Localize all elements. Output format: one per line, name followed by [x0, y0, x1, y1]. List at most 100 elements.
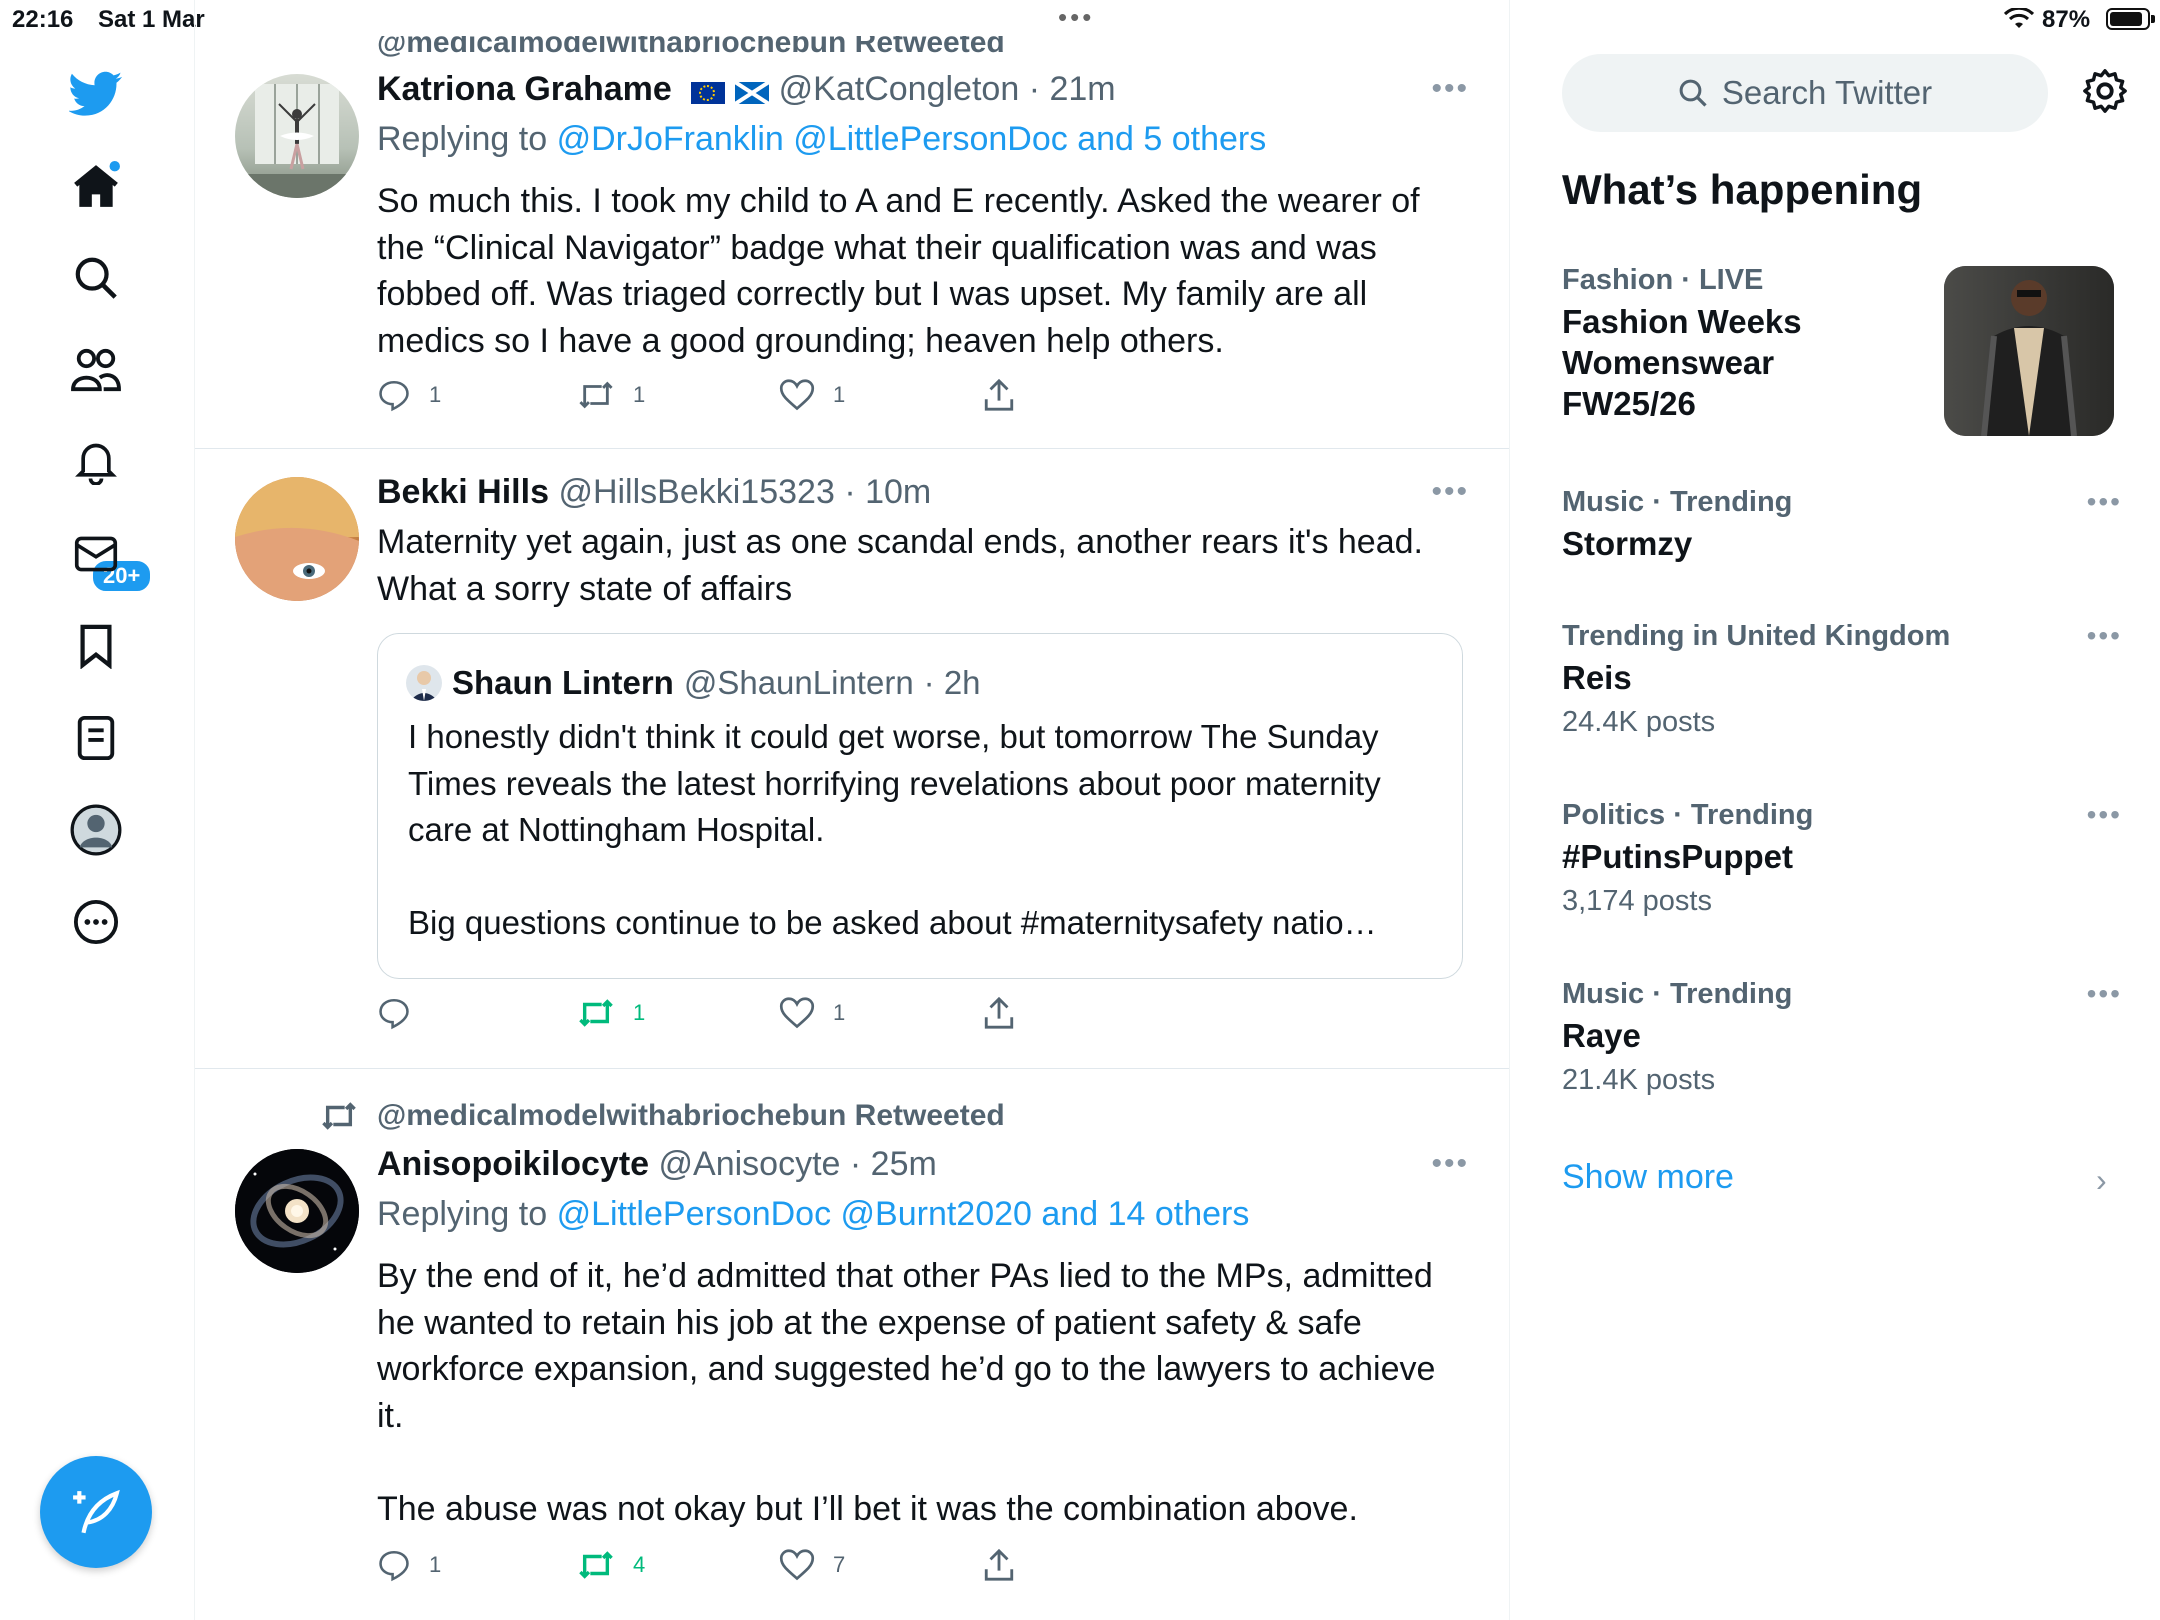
tweet-more-options-icon[interactable]: ••• — [1431, 475, 1469, 509]
author-handle[interactable]: @Anisocyte — [659, 1145, 841, 1183]
like-button[interactable]: 1 — [779, 378, 845, 412]
lists-icon[interactable] — [60, 702, 132, 774]
share-icon — [984, 1548, 1014, 1581]
avatar[interactable] — [235, 477, 359, 601]
trend-meta: Music · Trending — [1562, 978, 1793, 1010]
trend-title: Stormzy — [1562, 525, 1693, 562]
like-button[interactable]: 1 — [779, 996, 845, 1030]
tweet-header: Anisopoikilocyte @Anisocyte · 25m — [377, 1145, 937, 1184]
compose-tweet-button[interactable] — [40, 1456, 152, 1568]
search-bar[interactable]: Search Twitter — [1562, 54, 2048, 132]
trend-item[interactable]: Music · Trending Raye 21.4K posts ••• — [1562, 978, 2122, 1097]
home-icon[interactable] — [60, 150, 132, 222]
battery-percent: 87% — [2042, 6, 2091, 33]
share-button[interactable] — [983, 378, 1015, 412]
quoted-tweet-header: Shaun Lintern @ShaunLintern · 2h — [406, 664, 981, 702]
tweet-card[interactable]: Bekki Hills @HillsBekki15323 · 10m ••• M… — [195, 449, 1509, 1069]
search-icon[interactable] — [60, 242, 132, 314]
replying-to-label: Replying to — [377, 120, 548, 158]
author-name[interactable]: Bekki Hills — [377, 473, 549, 511]
more-options-icon[interactable] — [60, 886, 132, 958]
messages-mail-icon[interactable] — [60, 518, 132, 590]
share-icon — [984, 378, 1014, 411]
avatar[interactable] — [235, 1149, 359, 1273]
retweet-button[interactable]: 4 — [577, 1548, 645, 1582]
trend-title: #PutinsPuppet — [1562, 838, 1794, 875]
quoted-text-line — [408, 854, 1438, 901]
tweet-text-line: medics so I have a good grounding; heave… — [377, 321, 1224, 360]
trend-meta: Politics · Trending — [1562, 799, 1814, 831]
avatar[interactable] — [235, 74, 359, 198]
communities-icon[interactable] — [60, 334, 132, 406]
retweet-context-label[interactable]: @medicalmodelwithabriochebun Retweeted — [377, 1099, 1005, 1133]
tweet-more-options-icon[interactable]: ••• — [1431, 1147, 1469, 1181]
retweet-count: 1 — [633, 1000, 646, 1025]
reply-button[interactable] — [377, 996, 429, 1030]
tweet-text-line: he wanted to retain his job at the expen… — [377, 1303, 1362, 1342]
tweet-time[interactable]: · 10m — [844, 473, 931, 511]
quoted-author-name[interactable]: Shaun Lintern — [452, 664, 674, 702]
reply-targets-link[interactable]: @LittlePersonDoc @Burnt2020 and 14 other… — [557, 1195, 1250, 1233]
like-button[interactable]: 7 — [779, 1548, 845, 1582]
reply-count: 1 — [429, 382, 442, 407]
trend-thumbnail[interactable] — [1944, 266, 2114, 436]
trend-title: Fashion Weeks Womenswear FW25/26 — [1562, 303, 1802, 422]
reply-button[interactable]: 1 — [377, 1548, 441, 1582]
settings-gear-icon[interactable] — [2082, 68, 2128, 119]
tweet-time[interactable]: · 25m — [850, 1145, 937, 1183]
heart-icon — [779, 1549, 815, 1581]
reply-count: 1 — [429, 1552, 442, 1577]
share-button[interactable] — [983, 996, 1015, 1030]
author-name[interactable]: Anisopoikilocyte — [377, 1145, 649, 1183]
bookmark-icon[interactable] — [60, 610, 132, 682]
tweet-text-line: Maternity yet again, just as one scandal… — [377, 523, 1423, 561]
replying-to-label: Replying to — [377, 1195, 548, 1233]
flag-emoji-icons — [681, 75, 770, 106]
trend-item[interactable]: Music · Trending Stormzy ••• — [1562, 486, 2122, 564]
trend-meta: Music · Trending — [1562, 486, 1793, 518]
author-name[interactable]: Katriona Grahame — [377, 70, 672, 108]
notifications-bell-icon[interactable] — [60, 426, 132, 498]
quoted-author-handle[interactable]: @ShaunLintern — [684, 664, 914, 702]
tweet-text-line: The abuse was not okay but I’ll bet it w… — [377, 1489, 1358, 1528]
trend-more-options-icon[interactable]: ••• — [2087, 620, 2122, 652]
retweet-button[interactable]: 1 — [577, 996, 645, 1030]
tweet-more-options-icon[interactable]: ••• — [1431, 72, 1469, 106]
show-more-link[interactable]: Show more — [1562, 1158, 1734, 1197]
tweet-text: So much this. I took my child to A and E… — [377, 178, 1457, 364]
quoted-tweet[interactable]: Shaun Lintern @ShaunLintern · 2h I hones… — [377, 633, 1463, 979]
twitter-logo-icon[interactable] — [60, 58, 132, 130]
retweet-icon — [579, 999, 613, 1027]
profile-avatar-icon[interactable] — [60, 794, 132, 866]
reply-icon — [379, 1550, 409, 1582]
quoted-text-line: I honestly didn't think it could get wor… — [408, 718, 1379, 755]
tweet-text-line: it. — [377, 1396, 404, 1435]
tweet-time[interactable]: · 21m — [1029, 70, 1116, 108]
tweet-card[interactable]: @medicalmodelwithabriochebun Retweeted K… — [195, 0, 1509, 449]
retweet-button[interactable]: 1 — [577, 378, 645, 412]
tweet-actions: 1 4 7 — [377, 1548, 1277, 1588]
chevron-right-icon[interactable]: › — [2096, 1162, 2107, 1199]
trend-item[interactable]: Trending in United Kingdom Reis 24.4K po… — [1562, 620, 2122, 739]
tweet-actions: 1 1 1 — [377, 378, 1277, 418]
right-sidebar: Search Twitter What’s happening Fashion … — [1510, 40, 2160, 1620]
retweet-icon — [579, 1551, 613, 1579]
quoted-text-line: Times reveals the latest horrifying reve… — [408, 764, 1381, 802]
author-handle[interactable]: @HillsBekki15323 — [558, 473, 834, 511]
trend-item[interactable]: Politics · Trending #PutinsPuppet 3,174 … — [1562, 799, 2122, 918]
tweet-text-line: workforce expansion, and suggested he’d … — [377, 1350, 1436, 1388]
tweet-text: Maternity yet again, just as one scandal… — [377, 519, 1457, 612]
trend-more-options-icon[interactable]: ••• — [2087, 486, 2122, 518]
trend-meta: Trending in United Kingdom — [1562, 620, 1951, 652]
quoted-author-avatar[interactable] — [406, 665, 442, 701]
reply-targets-link[interactable]: @DrJoFranklin @LittlePersonDoc and 5 oth… — [557, 120, 1267, 158]
tweet-card[interactable]: @medicalmodelwithabriochebun Retweeted A… — [195, 1069, 1509, 1620]
search-icon — [1679, 79, 1707, 107]
share-button[interactable] — [983, 1548, 1015, 1582]
trend-more-options-icon[interactable]: ••• — [2087, 799, 2122, 831]
trend-more-options-icon[interactable]: ••• — [2087, 978, 2122, 1010]
retweet-count: 4 — [633, 1552, 646, 1577]
author-handle[interactable]: @KatCongleton — [779, 70, 1020, 108]
reply-button[interactable]: 1 — [377, 378, 441, 412]
tweet-header: Katriona Grahame @KatCongleton · 21m — [377, 70, 1116, 109]
